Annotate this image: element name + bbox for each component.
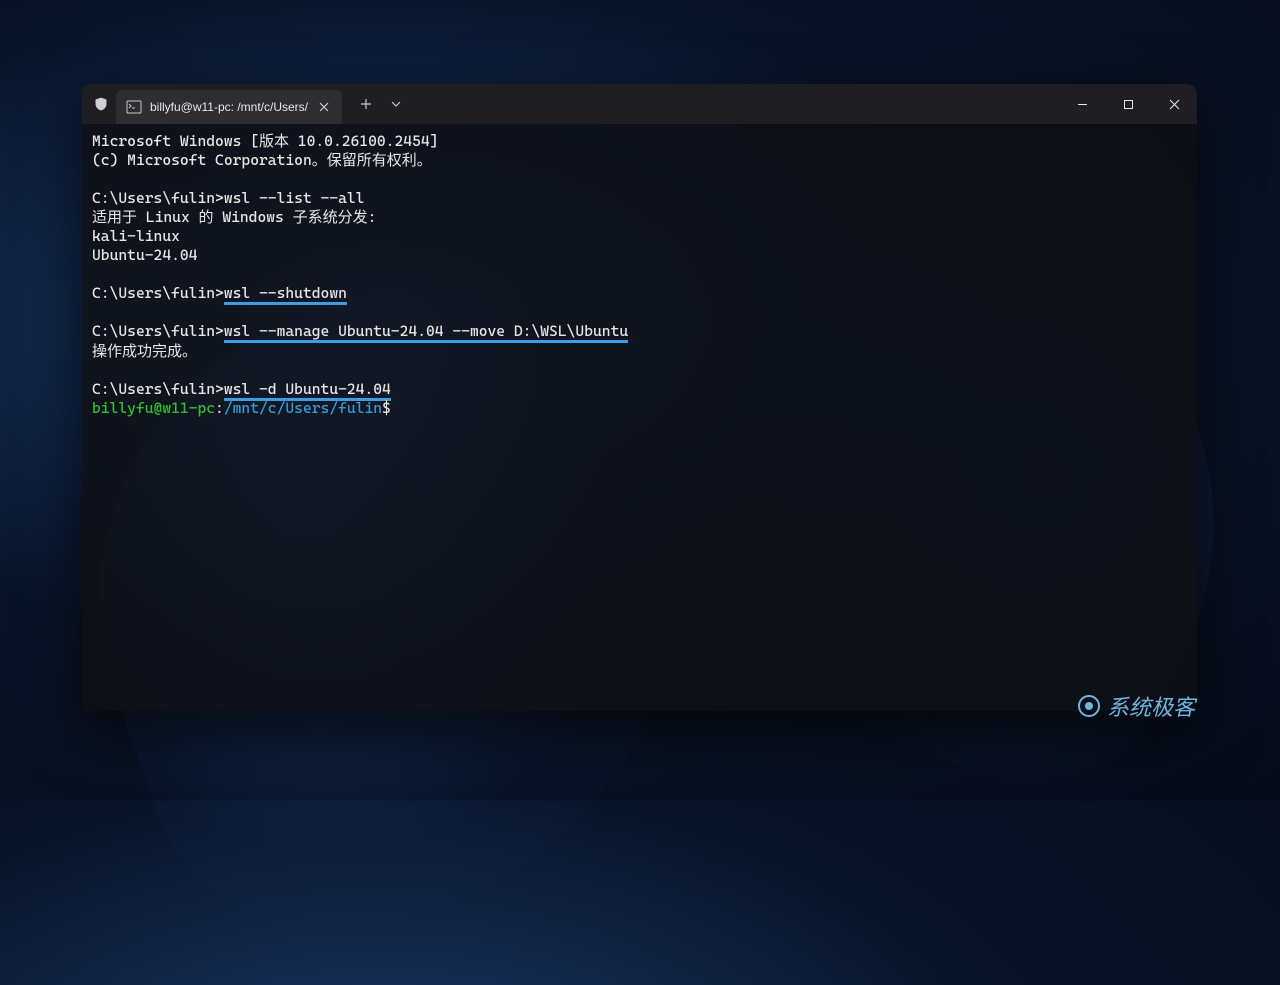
watermark-icon [1077,694,1101,718]
tab-title: billyfu@w11-pc: /mnt/c/Users/ [150,100,308,114]
new-tab-button[interactable] [350,98,382,110]
output-line: Microsoft Windows [版本 10.0.26100.2454] [92,132,438,150]
command-text: wsl -d Ubuntu-24.04 [224,380,391,401]
maximize-button[interactable] [1105,84,1151,124]
close-button[interactable] [1151,84,1197,124]
minimize-button[interactable] [1059,84,1105,124]
output-line: 操作成功完成。 [92,342,197,360]
linux-path: /mnt/c/Users/fulin [224,399,382,417]
output-line: kali-linux [92,227,180,245]
prompt: C:\Users\fulin> [92,284,224,302]
titlebar[interactable]: billyfu@w11-pc: /mnt/c/Users/ [82,84,1197,124]
command-text: wsl --shutdown [224,284,347,305]
output-line: (c) Microsoft Corporation。保留所有权利。 [92,151,432,169]
watermark: 系统极客 [1077,690,1195,722]
command-text: wsl --manage Ubuntu-24.04 --move D:\WSL\… [224,322,628,343]
tab-close-button[interactable] [316,99,332,115]
terminal-icon [126,99,142,115]
output-line: Ubuntu-24.04 [92,246,197,264]
prompt: C:\Users\fulin> [92,322,224,340]
linux-colon: : [215,399,224,417]
terminal-output[interactable]: Microsoft Windows [版本 10.0.26100.2454] (… [82,124,1197,711]
window-controls [1059,84,1197,124]
command-text: wsl --list --all [224,189,365,207]
prompt: C:\Users\fulin> [92,380,224,398]
watermark-text: 系统极客 [1107,690,1195,722]
linux-dollar: $ [382,399,391,417]
prompt: C:\Users\fulin> [92,189,224,207]
shield-icon [92,95,110,113]
linux-user: billyfu@w11-pc [92,399,215,417]
terminal-window: billyfu@w11-pc: /mnt/c/Users/ Microsoft … [82,84,1197,711]
tab-dropdown-button[interactable] [382,101,410,107]
tab-active[interactable]: billyfu@w11-pc: /mnt/c/Users/ [116,90,342,124]
output-line: 适用于 Linux 的 Windows 子系统分发: [92,208,376,226]
